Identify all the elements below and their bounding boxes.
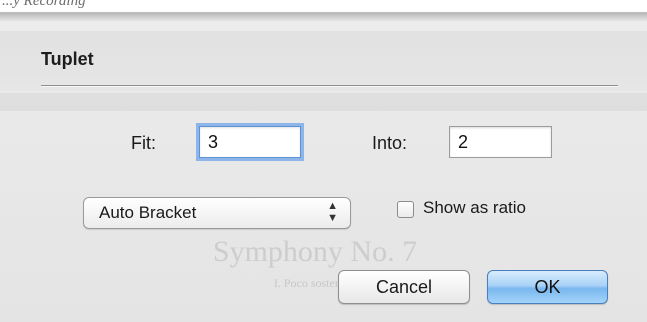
into-label: Into: <box>372 133 408 153</box>
fit-field[interactable] <box>199 126 301 158</box>
screen: ...y Recording Symphony No. 7 I. Poco so… <box>0 0 647 322</box>
background-document: ...y Recording <box>0 0 647 12</box>
bracket-select[interactable]: Auto Bracket ▲ ▼ <box>83 197 351 229</box>
fit-label: Fit: <box>131 133 156 153</box>
show-as-ratio-label[interactable]: Show as ratio <box>423 198 526 218</box>
ghost-score-title: Symphony No. 7 <box>212 235 418 268</box>
background-document-text: ...y Recording <box>2 0 86 9</box>
into-field[interactable] <box>449 126 552 158</box>
ghost-toolbar <box>0 31 647 91</box>
up-down-arrows-icon: ▲ ▼ <box>327 200 338 224</box>
ok-button[interactable]: OK <box>487 270 608 304</box>
bracket-select-value: Auto Bracket <box>99 203 197 222</box>
ghost-ruler <box>0 93 647 111</box>
dialog-title: Tuplet <box>41 49 94 69</box>
sheet-shadow <box>0 13 647 22</box>
show-as-ratio-checkbox[interactable] <box>397 201 414 218</box>
title-divider <box>41 85 618 87</box>
cancel-button[interactable]: Cancel <box>338 270 470 304</box>
tuplet-dialog: Symphony No. 7 I. Poco sostenuto Tuplet … <box>0 12 647 322</box>
